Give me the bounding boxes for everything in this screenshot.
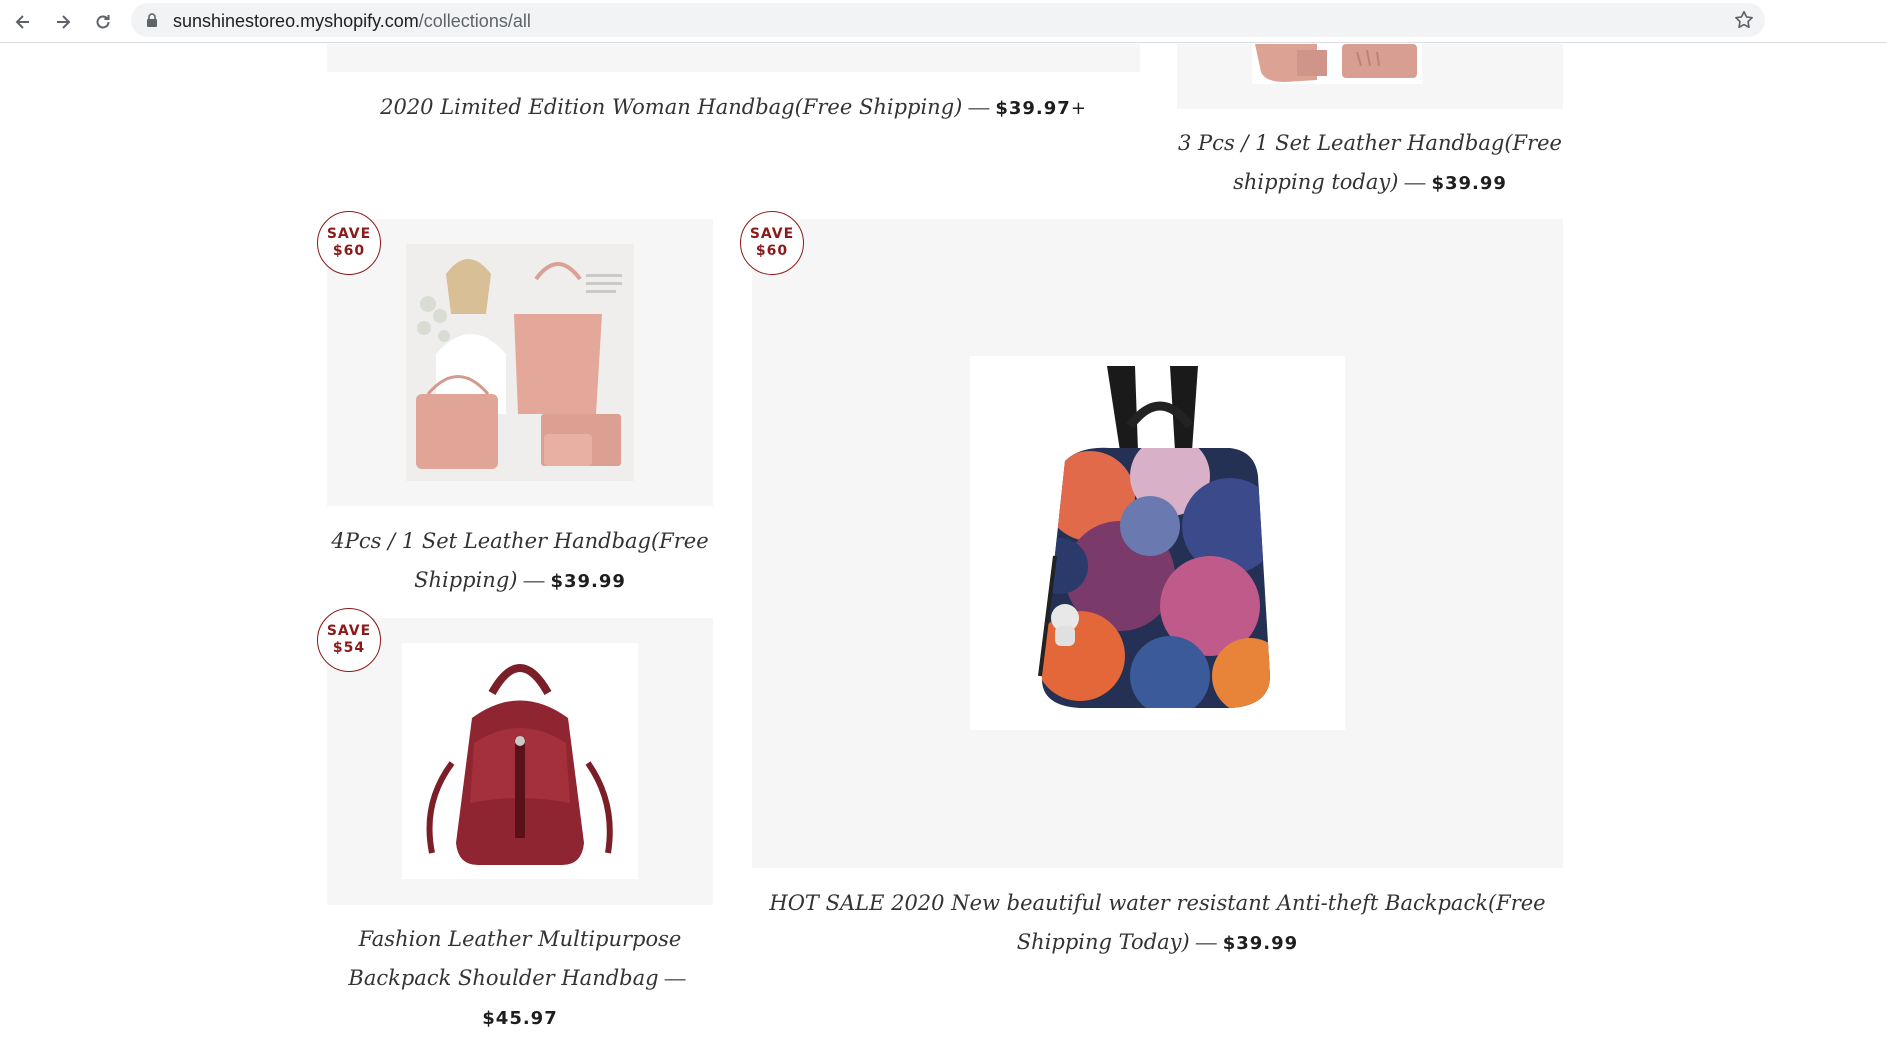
save-badge: SAVE $60 (317, 211, 381, 275)
forward-arrow-icon (57, 15, 71, 29)
product-price: $39.99 (1431, 173, 1507, 194)
reload-button[interactable] (89, 8, 117, 36)
product-title-3[interactable]: 4Pcs / 1 Set Leather Handbag(Free Shippi… (327, 522, 713, 601)
product-title-2[interactable]: 3 Pcs / 1 Set Leather Handbag(Free shipp… (1177, 124, 1563, 203)
lock-icon (147, 13, 157, 27)
colorful-backpack-photo (970, 356, 1345, 730)
product-image-5[interactable] (327, 618, 713, 905)
product-price: $45.97 (482, 1008, 558, 1029)
save-badge: SAVE $54 (317, 608, 381, 672)
bookmark-star-icon[interactable] (1733, 9, 1755, 31)
product-price: $39.99 (550, 571, 626, 592)
save-badge: SAVE $60 (740, 211, 804, 275)
product-title-4[interactable]: HOT SALE 2020 New beautiful water resist… (752, 884, 1563, 963)
url-domain: sunshinestoreo.myshopify.com (173, 11, 419, 31)
badge-amount: $54 (332, 640, 366, 656)
product-name: 4Pcs / 1 Set Leather Handbag(Free Shippi… (331, 529, 709, 592)
price-separator: — (523, 569, 545, 592)
browser-toolbar: sunshinestoreo.myshopify.com/collections… (0, 0, 1887, 43)
back-arrow-icon (15, 15, 29, 29)
pink-bag-set-partial-image (1252, 44, 1422, 84)
product-title-1[interactable]: 2020 Limited Edition Woman Handbag(Free … (327, 88, 1140, 128)
badge-amount: $60 (755, 243, 789, 259)
product-title-5[interactable]: Fashion Leather Multipurpose Backpack Sh… (317, 920, 723, 1038)
product-image-1[interactable] (327, 44, 1140, 72)
pink-bag-set-photo (406, 244, 634, 481)
url-path: /collections/all (418, 11, 531, 31)
product-name: 2020 Limited Edition Woman Handbag(Free … (380, 95, 963, 119)
red-backpack-photo (402, 643, 638, 879)
price-separator: — (968, 96, 990, 119)
forward-button[interactable] (49, 8, 77, 36)
badge-amount: $60 (332, 243, 366, 259)
url-text: sunshinestoreo.myshopify.com/collections… (173, 11, 531, 32)
product-image-4[interactable] (752, 219, 1563, 868)
product-price: $39.97 (995, 98, 1071, 119)
product-name: Fashion Leather Multipurpose Backpack Sh… (348, 927, 682, 990)
price-suffix: + (1070, 98, 1087, 119)
reload-icon (96, 15, 110, 29)
product-image-3[interactable] (327, 219, 713, 506)
address-bar[interactable]: sunshinestoreo.myshopify.com/collections… (131, 3, 1765, 37)
price-separator: — (664, 967, 686, 990)
back-button[interactable] (9, 8, 37, 36)
badge-label: SAVE (326, 623, 372, 639)
price-separator: — (1404, 171, 1426, 194)
badge-label: SAVE (749, 226, 795, 242)
product-price: $39.99 (1222, 933, 1299, 954)
product-image-2[interactable] (1177, 44, 1563, 109)
price-separator: — (1195, 931, 1217, 954)
product-name: HOT SALE 2020 New beautiful water resist… (769, 891, 1546, 954)
badge-label: SAVE (326, 226, 372, 242)
